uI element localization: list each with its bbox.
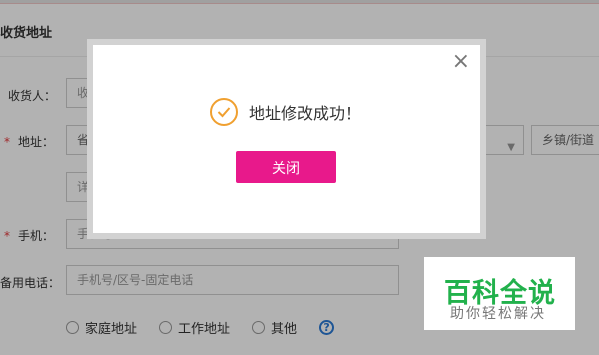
close-button[interactable]: 关闭: [236, 151, 336, 183]
modal-frame: × 地址修改成功！ 关闭: [87, 39, 486, 239]
watermark: 百科全说 助你轻松解决: [424, 257, 575, 330]
success-message-row: 地址修改成功！: [210, 98, 361, 126]
check-circle-icon: [210, 98, 238, 126]
watermark-subtitle: 助你轻松解决: [450, 306, 546, 322]
success-dialog: × 地址修改成功！ 关闭: [93, 45, 480, 233]
success-message: 地址修改成功！: [249, 104, 362, 123]
checkmark-icon: [217, 107, 231, 118]
close-icon[interactable]: ×: [452, 51, 470, 73]
